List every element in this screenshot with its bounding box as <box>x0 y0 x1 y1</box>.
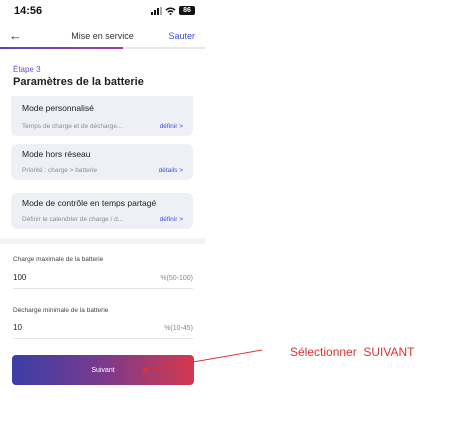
skip-link[interactable]: Sauter <box>168 31 195 41</box>
mode-title: Mode personnalisé <box>22 103 94 113</box>
mode-description: Priorité : charge > batterie <box>22 167 97 174</box>
screen-root: 14:56 86 ← Mise en service Sauter Étape … <box>0 0 465 429</box>
wifi-icon <box>165 6 176 15</box>
mode-define-link[interactable]: définir > <box>160 123 183 130</box>
next-button[interactable]: Suivant <box>12 355 194 385</box>
progress-bar <box>0 47 205 49</box>
nav-bar: ← Mise en service Sauter <box>0 28 205 46</box>
min-discharge-input[interactable] <box>13 323 133 332</box>
mode-card-hors-reseau[interactable]: Mode hors réseau Priorité : charge > bat… <box>11 144 193 180</box>
progress-fill <box>0 47 123 49</box>
battery-icon: 86 <box>179 6 195 15</box>
annotation-label: Sélectionner SUIVANT <box>290 345 415 359</box>
mode-card-temps-partage[interactable]: Mode de contrôle en temps partagé Défini… <box>11 193 193 229</box>
mode-description: Définir le calendrier de charge / d... <box>22 216 124 223</box>
mode-define-link[interactable]: définir > <box>160 216 183 223</box>
mode-title: Mode hors réseau <box>22 149 91 159</box>
section-divider <box>0 238 205 244</box>
mode-details-link[interactable]: détails > <box>159 167 183 174</box>
step-label: Étape 3 <box>13 65 41 74</box>
min-discharge-range: %(10-45) <box>164 325 193 332</box>
status-icons: 86 <box>151 6 195 15</box>
min-discharge-label: Décharge minimale de la batterie <box>13 307 109 314</box>
mode-description: Temps de charge et de décharge... <box>22 123 123 130</box>
field-divider <box>13 338 193 339</box>
field-divider <box>13 288 193 289</box>
max-charge-range: %(50-100) <box>160 275 193 282</box>
phone-screen: 14:56 86 ← Mise en service Sauter Étape … <box>0 0 205 429</box>
mode-title: Mode de contrôle en temps partagé <box>22 198 157 208</box>
mode-card-personnalise[interactable]: Mode personnalisé Temps de charge et de … <box>11 96 193 136</box>
status-time: 14:56 <box>14 5 43 17</box>
status-bar: 14:56 86 <box>0 0 205 24</box>
signal-icon <box>151 6 162 15</box>
max-charge-label: Charge maximale de la batterie <box>13 256 104 263</box>
max-charge-input[interactable] <box>13 273 133 282</box>
page-title: Paramètres de la batterie <box>13 76 144 88</box>
